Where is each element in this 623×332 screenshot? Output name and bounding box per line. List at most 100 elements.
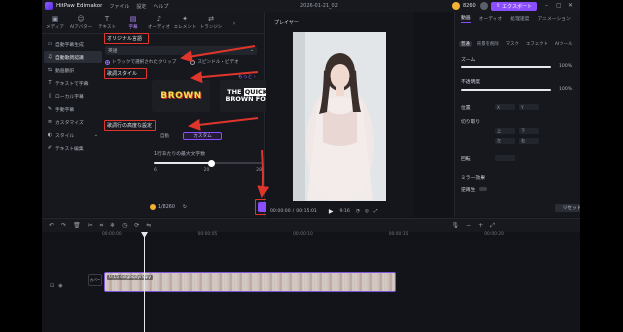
tabs-next-button[interactable]: › [224, 12, 244, 34]
text-icon: T [104, 15, 110, 23]
video-preview[interactable] [293, 32, 386, 201]
radio-track[interactable] [105, 59, 110, 65]
slider-ticks: 6 20 28 [154, 168, 262, 173]
menu-help[interactable]: ヘルプ [153, 3, 168, 10]
zoom-in-icon[interactable]: + [478, 222, 483, 229]
tab-speed[interactable]: 処理速度 [510, 15, 529, 22]
ruler-tick: 00:00:20 [484, 232, 504, 237]
rotate-field[interactable] [495, 155, 515, 161]
eye-icon[interactable]: ◉ [58, 283, 62, 289]
timeline-ruler[interactable]: 00:00:00 00:00:05 00:00:10 00:00:15 00:0… [102, 232, 580, 241]
undo-icon[interactable]: ↶ [49, 222, 54, 229]
sidebar-item-text-subtitle[interactable]: T テキストで字幕 [44, 77, 102, 89]
slider-handle[interactable] [207, 159, 215, 167]
reset-button[interactable]: リセット [555, 204, 580, 212]
crop-right-field[interactable]: 右 [519, 138, 539, 144]
folder-icon: ▯ [48, 93, 52, 99]
tab-audio[interactable]: ♪ オーディオ [146, 12, 172, 34]
subtab-remove-bg[interactable]: 背景を削除 [475, 41, 501, 47]
crop-left-field[interactable]: 左 [495, 138, 515, 144]
delete-icon[interactable]: 🗑 [73, 222, 81, 229]
fullscreen-icon[interactable]: ⤢ [374, 208, 378, 214]
mirror-label: ミラー効果 [461, 176, 485, 181]
mirror-icon[interactable]: ⇋ [146, 222, 151, 229]
language-select[interactable]: 英語 ⌄ [105, 46, 257, 55]
volume-icon[interactable]: ◔ [356, 209, 360, 214]
element-icon: ✦ [182, 15, 188, 23]
cover-button[interactable]: カバー [88, 274, 102, 286]
tab-label: エレメント [173, 25, 197, 30]
zoom-value[interactable]: 100% [559, 64, 572, 69]
tab-audio[interactable]: オーディオ [479, 15, 503, 22]
menu-file[interactable]: ファイル [109, 3, 129, 10]
rotate-icon[interactable]: ⟳ [134, 222, 139, 229]
sidebar-item-label: ローカル字幕 [55, 94, 84, 100]
caption-icon: ▭ [47, 41, 53, 47]
subtab-mask[interactable]: マスク [504, 41, 521, 47]
split-icon[interactable]: ✂ [88, 222, 93, 229]
max-chars-label: 1行あたりの最大文字数 [154, 152, 206, 157]
reverse-toggle[interactable] [479, 187, 487, 191]
mic-icon[interactable]: 🎙 [451, 222, 459, 229]
freeze-icon[interactable]: ❄ [110, 222, 115, 229]
player-label: プレイヤー [274, 20, 299, 26]
slider-tick: 20 [203, 168, 210, 173]
refresh-icon[interactable]: ↻ [183, 205, 187, 210]
tab-text[interactable]: T テキスト [94, 12, 120, 34]
sidebar-item-video-translate[interactable]: ⇆ 動画翻訳 [44, 64, 102, 76]
tab-subtitle[interactable]: ▤ 字幕 [120, 12, 146, 34]
maximize-icon[interactable]: ▢ [556, 2, 562, 9]
tab-video[interactable]: 動画 [461, 14, 471, 23]
position-y-field[interactable]: Y [519, 104, 539, 110]
subtab-ai-tools[interactable]: AIツール [553, 41, 574, 47]
lyric-style-label: 歌詞スタイル [107, 71, 138, 77]
lock-icon[interactable]: ⊡ [50, 283, 54, 289]
export-button[interactable]: ⇪ エクスポート [491, 1, 537, 11]
close-icon[interactable]: ✕ [568, 2, 573, 9]
redo-icon[interactable]: ↷ [61, 222, 66, 229]
aspect-ratio-select[interactable]: 9:16 [339, 209, 349, 214]
account-avatar[interactable] [480, 2, 488, 10]
segment-auto[interactable]: 自動 [146, 132, 183, 140]
tab-transition[interactable]: ⇄ トランジシ [198, 12, 224, 34]
snapshot-icon[interactable]: ◎ [365, 209, 369, 214]
sidebar-item-auto-subtitle[interactable]: ▭ 自動字幕生成 [44, 38, 102, 50]
style-icon: ◐ [47, 132, 53, 138]
sidebar-item-customize[interactable]: ≡ カスタマイズ [44, 116, 102, 128]
crop-top-field[interactable]: 上 [495, 128, 515, 134]
radio-speed[interactable] [190, 59, 196, 65]
sidebar-item-style[interactable]: ◐ スタイル ⌄ [44, 129, 102, 141]
playhead[interactable] [144, 232, 145, 332]
field-label: 左 [497, 138, 502, 143]
zoom-slider[interactable] [461, 66, 551, 68]
fit-icon[interactable]: ⤢ [490, 222, 495, 230]
position-x-field[interactable]: X [495, 104, 515, 110]
subtitle-sidebar: ▭ 自動字幕生成 ♫ 自動歌詞認識 ⇆ 動画翻訳 T テキストで字幕 ▯ ローカル字幕 ✎… [44, 38, 102, 155]
crop-bottom-field[interactable]: 下 [519, 128, 539, 134]
more-styles-link[interactable]: もっと › [238, 73, 256, 80]
sidebar-item-manual-subtitle[interactable]: ✎ 手動字幕 [44, 103, 102, 115]
tab-element[interactable]: ✦ エレメント [172, 12, 198, 34]
sidebar-item-local-subtitle[interactable]: ▯ ローカル字幕 [44, 90, 102, 102]
subtab-basic[interactable]: 普通 [459, 41, 472, 47]
video-clip[interactable]: 0:15 sxlgbqdyrvqiy [104, 272, 396, 292]
play-icon[interactable]: ▶ [329, 208, 334, 215]
opacity-slider[interactable] [461, 89, 551, 91]
sidebar-item-label: 手動字幕 [55, 107, 75, 113]
position-label: 位置 [461, 106, 471, 111]
tab-ai-avatar[interactable]: ☺ AIアバター [68, 12, 94, 34]
subtab-effect[interactable]: エフェクト [524, 41, 550, 47]
sidebar-item-auto-lyrics[interactable]: ♫ 自動歌詞認識 [44, 51, 102, 63]
segment-custom[interactable]: カスタム [183, 132, 222, 140]
crop-icon[interactable]: ⌗ [100, 222, 103, 230]
tab-animation[interactable]: アニメーション [537, 15, 570, 22]
opacity-value[interactable]: 100% [559, 87, 572, 92]
tab-media[interactable]: ▣ メディア [42, 12, 68, 34]
sidebar-item-text-edit[interactable]: ✐ テキスト編集 [44, 142, 102, 154]
menu-settings[interactable]: 設定 [136, 3, 146, 10]
lyric-style-card-brown[interactable]: BROWN [152, 80, 210, 112]
minimize-icon[interactable]: – [545, 2, 548, 9]
speed-icon[interactable]: ◷ [122, 222, 127, 229]
max-chars-slider[interactable] [154, 159, 262, 167]
zoom-out-icon[interactable]: − [466, 222, 471, 229]
